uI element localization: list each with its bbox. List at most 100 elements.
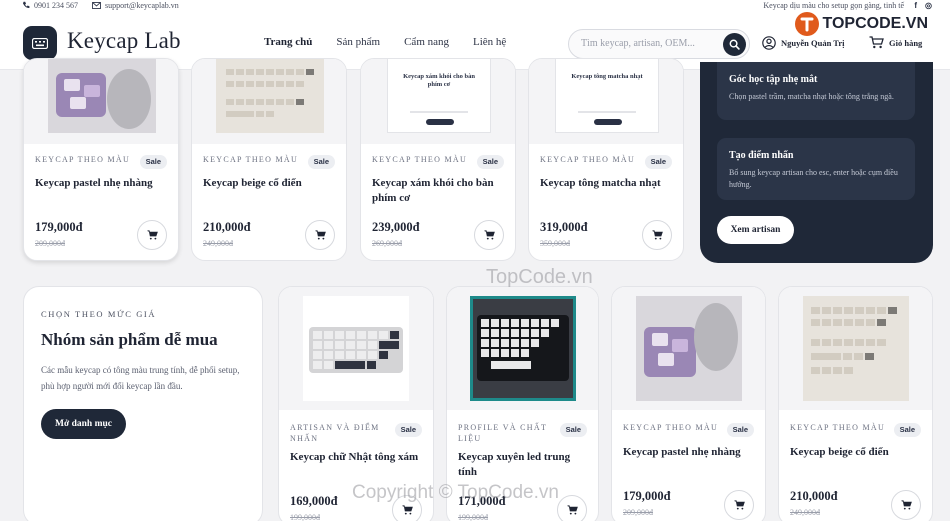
tip-desc: Chọn pastel trầm, matcha nhạt hoặc tông … xyxy=(729,92,894,101)
sale-badge: Sale xyxy=(394,423,422,437)
instagram-icon[interactable]: ◎ xyxy=(925,1,932,10)
product-price: 319,000đ xyxy=(540,220,588,234)
cart-plus-icon xyxy=(402,505,413,515)
user-icon xyxy=(762,36,776,50)
main-nav: Trang chủ Sản phẩm Cẩm nang Liên hệ xyxy=(264,36,530,48)
user-name: Nguyễn Quản Trị xyxy=(781,38,845,48)
add-to-cart-button[interactable] xyxy=(137,220,167,250)
tip-title: Tạo điểm nhấn xyxy=(729,150,794,161)
product-old-price: 199,000đ xyxy=(290,513,320,521)
sale-badge: Sale xyxy=(476,155,504,169)
product-category: KEYCAP THEO MÀU xyxy=(623,423,719,432)
product-old-price: 269,000đ xyxy=(372,239,402,248)
product-image xyxy=(24,59,178,144)
sale-badge: Sale xyxy=(726,423,754,437)
email-contact[interactable]: support@keycaplab.vn xyxy=(92,1,179,10)
product-category: KEYCAP THEO MÀU xyxy=(372,155,468,164)
product-category: KEYCAP THEO MÀU xyxy=(790,423,886,432)
nav-products[interactable]: Sản phẩm xyxy=(336,36,380,48)
product-category: KEYCAP THEO MÀU xyxy=(540,155,636,164)
cart-plus-icon xyxy=(652,230,663,240)
product-price: 210,000đ xyxy=(790,489,838,503)
add-to-cart-button[interactable] xyxy=(305,220,335,250)
topcode-logo: TOPCODE.VN xyxy=(794,10,929,38)
product-price: 179,000đ xyxy=(623,489,671,503)
product-image xyxy=(447,287,598,410)
product-old-price: 209,000đ xyxy=(623,508,653,517)
search-icon xyxy=(729,39,740,50)
product-old-price: 249,000đ xyxy=(790,508,820,517)
product-name[interactable]: Keycap tông matcha nhạt xyxy=(540,176,673,191)
product-category: KEYCAP THEO MÀU xyxy=(35,155,131,164)
add-to-cart-button[interactable] xyxy=(557,495,587,521)
product-old-price: 209,000đ xyxy=(35,239,65,248)
product-card[interactable]: KEYCAP THEO MÀU Sale Keycap pastel nhẹ n… xyxy=(611,286,766,521)
product-card[interactable]: KEYCAP THEO MÀU Sale Keycap beige cổ điể… xyxy=(778,286,933,521)
open-category-button[interactable]: Mở danh mục xyxy=(41,409,126,439)
product-image xyxy=(279,287,433,410)
product-price: 169,000đ xyxy=(290,494,338,508)
product-price: 179,000đ xyxy=(35,220,83,234)
promo-description: Các mẫu keycap có tông màu trung tính, d… xyxy=(41,365,240,391)
product-name[interactable]: Keycap pastel nhẹ nhàng xyxy=(35,176,168,191)
watermark-center: TopCode.vn xyxy=(486,266,593,288)
nav-contact[interactable]: Liên hệ xyxy=(473,36,506,48)
product-price: 239,000đ xyxy=(372,220,420,234)
topcode-logo-text: TOPCODE.VN xyxy=(822,15,929,32)
product-old-price: 249,000đ xyxy=(203,239,233,248)
tip-desc: Bổ sung keycap artisan cho esc, enter ho… xyxy=(729,168,898,189)
sale-badge: Sale xyxy=(893,423,921,437)
add-to-cart-button[interactable] xyxy=(642,220,672,250)
phone-icon xyxy=(22,1,30,8)
product-card[interactable]: KEYCAP THEO MÀU Sale Keycap pastel nhẹ n… xyxy=(23,58,179,261)
cart-plus-icon xyxy=(315,230,326,240)
product-card[interactable]: Keycap xám khói cho bàn phím cơ KEYCAP T… xyxy=(360,58,516,261)
cart-plus-icon xyxy=(147,230,158,240)
sale-badge: Sale xyxy=(307,155,335,169)
product-name[interactable]: Keycap chữ Nhật tông xám xyxy=(290,450,423,465)
product-name[interactable]: Keycap beige cổ điển xyxy=(790,445,922,460)
tip-card: Góc học tập nhẹ mắt Chọn pastel trầm, ma… xyxy=(717,62,915,120)
view-artisan-button[interactable]: Xem artisan xyxy=(717,216,794,244)
product-price: 210,000đ xyxy=(203,220,251,234)
product-old-price: 359,000đ xyxy=(540,239,570,248)
product-card[interactable]: KEYCAP THEO MÀU Sale Keycap beige cổ điể… xyxy=(191,58,347,261)
product-name[interactable]: Keycap xám khói cho bàn phím cơ xyxy=(372,176,505,206)
logo-keyboard-icon[interactable] xyxy=(23,26,57,60)
topcode-logo-icon xyxy=(794,12,819,36)
product-image xyxy=(192,59,346,144)
cart-plus-icon xyxy=(734,500,745,510)
phone-contact[interactable]: 0901 234 567 xyxy=(22,1,78,10)
price-group-promo: CHỌN THEO MỨC GIÁ Nhóm sản phẩm dễ mua C… xyxy=(23,286,263,521)
mail-icon xyxy=(92,1,101,9)
search-placeholder: Tìm keycap, artisan, OEM... xyxy=(581,38,695,49)
add-to-cart-button[interactable] xyxy=(474,220,504,250)
search-button[interactable] xyxy=(723,33,746,56)
user-account[interactable]: Nguyễn Quản Trị xyxy=(762,36,844,50)
brand-name[interactable]: Keycap Lab xyxy=(67,28,181,54)
tip-title: Góc học tập nhẹ mắt xyxy=(729,74,818,85)
nav-guide[interactable]: Cẩm nang xyxy=(404,36,449,48)
email-address: support@keycaplab.vn xyxy=(105,0,179,10)
cart-plus-icon xyxy=(484,230,495,240)
cart-plus-icon xyxy=(901,500,912,510)
sale-badge: Sale xyxy=(644,155,672,169)
product-name[interactable]: Keycap xuyên led trung tính xyxy=(458,450,588,480)
nav-home[interactable]: Trang chủ xyxy=(264,36,312,48)
promo-eyebrow: CHỌN THEO MỨC GIÁ xyxy=(41,309,157,319)
product-category: KEYCAP THEO MÀU xyxy=(203,155,299,164)
product-old-price: 199,000đ xyxy=(458,513,488,521)
search-input[interactable]: Tìm keycap, artisan, OEM... xyxy=(568,29,750,59)
product-image: Keycap xám khói cho bàn phím cơ xyxy=(361,59,515,144)
add-to-cart-button[interactable] xyxy=(891,490,921,520)
product-name[interactable]: Keycap pastel nhẹ nhàng xyxy=(623,445,755,460)
add-to-cart-button[interactable] xyxy=(724,490,754,520)
cart-label: Giỏ hàng xyxy=(889,37,923,48)
facebook-icon[interactable]: f xyxy=(914,1,917,10)
style-tips-panel: Góc học tập nhẹ mắt Chọn pastel trầm, ma… xyxy=(700,62,933,263)
product-card[interactable]: Keycap tông matcha nhạt KEYCAP THEO MÀU … xyxy=(528,58,684,261)
product-name[interactable]: Keycap beige cổ điển xyxy=(203,176,336,191)
top-promo-text: Keycap dịu màu cho setup gọn gàng, tinh … xyxy=(763,0,904,10)
social-links: f ◎ xyxy=(914,0,932,10)
product-category: PROFILE VÀ CHẤT LIỆU xyxy=(458,423,547,443)
